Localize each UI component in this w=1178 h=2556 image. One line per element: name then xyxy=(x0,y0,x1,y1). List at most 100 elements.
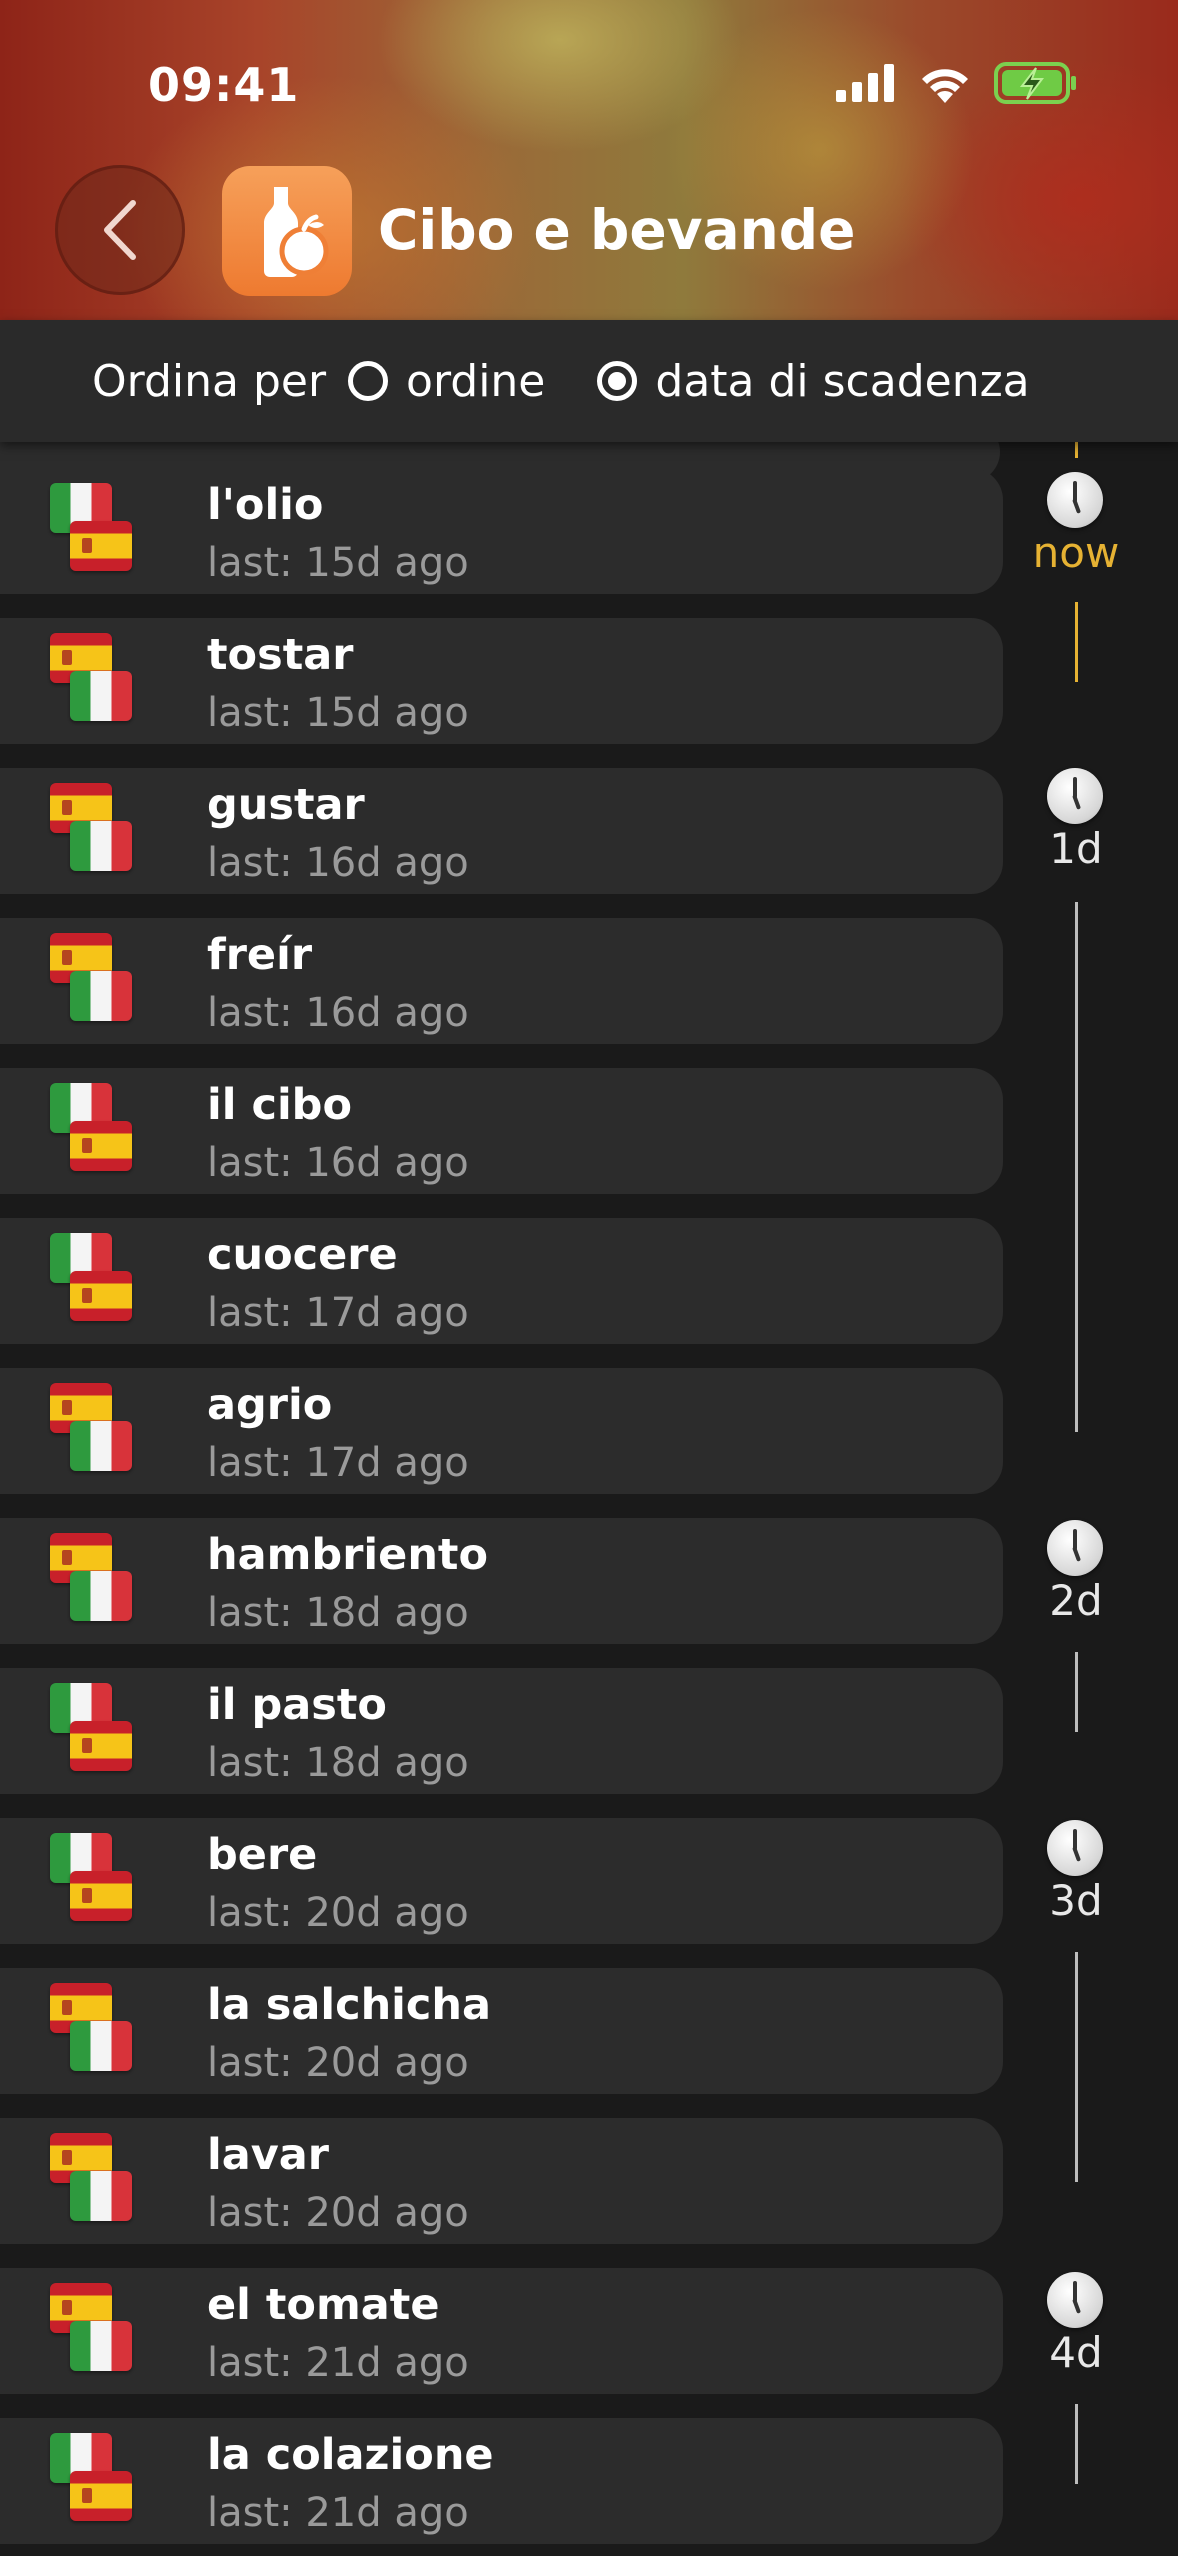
list-item[interactable]: lavar last: 20d ago xyxy=(0,2118,1003,2244)
item-title: l'olio xyxy=(207,480,324,530)
list-item[interactable]: il cibo last: 16d ago xyxy=(0,1068,1003,1194)
header: 09:41 Cibo e bevande xyxy=(0,0,1178,320)
language-flags xyxy=(50,483,160,583)
clock-icon xyxy=(1047,472,1103,528)
list-item[interactable]: freír last: 16d ago xyxy=(0,918,1003,1044)
timeline-line xyxy=(1075,442,1078,458)
timeline-line xyxy=(1075,602,1078,682)
spain-flag-icon xyxy=(70,1121,132,1171)
spain-flag-icon xyxy=(70,1271,132,1321)
back-button[interactable] xyxy=(55,165,185,295)
item-title: gustar xyxy=(207,780,365,830)
item-last-reviewed: last: 18d ago xyxy=(207,1590,469,1636)
status-time: 09:41 xyxy=(148,58,300,112)
timeline-label: 1d xyxy=(1049,824,1103,873)
italy-flag-icon xyxy=(70,2321,132,2371)
sort-option-order-label: ordine xyxy=(406,355,546,407)
wifi-icon xyxy=(922,69,968,103)
list-item[interactable]: bere last: 20d ago xyxy=(0,1818,1003,1944)
item-title: el tomate xyxy=(207,2280,440,2330)
sort-option-expiry[interactable]: data di scadenza xyxy=(597,355,1030,407)
timeline-line xyxy=(1075,902,1078,1432)
item-title: tostar xyxy=(207,630,354,680)
language-flags xyxy=(50,633,160,733)
list-item[interactable]: il pasto last: 18d ago xyxy=(0,1668,1003,1794)
list-item[interactable]: l'olio last: 15d ago xyxy=(0,468,1003,594)
item-title: hambriento xyxy=(207,1530,489,1580)
sort-bar: Ordina per ordine data di scadenza xyxy=(0,320,1178,442)
sort-option-order[interactable]: ordine xyxy=(348,356,545,407)
list-item[interactable]: agrio last: 17d ago xyxy=(0,1368,1003,1494)
status-icons xyxy=(836,62,1078,104)
language-flags xyxy=(50,1233,160,1333)
language-flags xyxy=(50,1083,160,1183)
radio-expiry[interactable] xyxy=(597,361,638,401)
word-list: l'olio last: 15d ago tostar last: 15d ago gu… xyxy=(0,442,1178,2556)
italy-flag-icon xyxy=(70,1571,132,1621)
timeline-line xyxy=(1075,1952,1078,2182)
item-last-reviewed: last: 20d ago xyxy=(207,1890,469,1936)
list-item[interactable]: la colazione last: 21d ago xyxy=(0,2418,1003,2544)
spain-flag-icon xyxy=(70,1721,132,1771)
italy-flag-icon xyxy=(70,971,132,1021)
language-flags xyxy=(50,1533,160,1633)
chevron-left-icon xyxy=(104,200,136,260)
timeline-label: 2d xyxy=(1049,1576,1103,1625)
language-flags xyxy=(50,1683,160,1783)
item-title: lavar xyxy=(207,2130,330,2180)
item-last-reviewed: last: 16d ago xyxy=(207,1140,469,1186)
item-last-reviewed: last: 16d ago xyxy=(207,840,469,886)
italy-flag-icon xyxy=(70,1421,132,1471)
list-item[interactable]: tostar last: 15d ago xyxy=(0,618,1003,744)
item-title: la salchicha xyxy=(207,1980,492,2030)
clock-icon xyxy=(1047,1820,1103,1876)
item-title: il pasto xyxy=(207,1680,387,1730)
category-icon xyxy=(222,166,352,296)
list-item[interactable]: cuocere last: 17d ago xyxy=(0,1218,1003,1344)
italy-flag-icon xyxy=(70,821,132,871)
language-flags xyxy=(50,783,160,883)
radio-order[interactable] xyxy=(348,361,389,401)
item-last-reviewed: last: 18d ago xyxy=(207,1740,469,1786)
timeline-line xyxy=(1075,1652,1078,1732)
item-title: freír xyxy=(207,930,313,980)
item-last-reviewed: last: 20d ago xyxy=(207,2040,469,2086)
clock-icon xyxy=(1047,2272,1103,2328)
timeline-label: 4d xyxy=(1049,2328,1103,2377)
language-flags xyxy=(50,1983,160,2083)
timeline-label: now xyxy=(1032,528,1120,577)
page-title: Cibo e bevande xyxy=(378,198,856,262)
spain-flag-icon xyxy=(70,1871,132,1921)
item-title: cuocere xyxy=(207,1230,398,1280)
item-title: la colazione xyxy=(207,2430,494,2480)
item-last-reviewed: last: 21d ago xyxy=(207,2340,469,2386)
item-last-reviewed: last: 20d ago xyxy=(207,2190,469,2236)
language-flags xyxy=(50,933,160,1033)
item-last-reviewed: last: 15d ago xyxy=(207,690,469,736)
language-flags xyxy=(50,2283,160,2383)
list-item[interactable]: gustar last: 16d ago xyxy=(0,768,1003,894)
item-last-reviewed: last: 17d ago xyxy=(207,1290,469,1336)
clock-icon xyxy=(1047,768,1103,824)
sort-label: Ordina per xyxy=(92,355,327,407)
timeline-line xyxy=(1075,2404,1078,2484)
list-item[interactable]: hambriento last: 18d ago xyxy=(0,1518,1003,1644)
item-title: bere xyxy=(207,1830,318,1880)
list-item[interactable]: la salchicha last: 20d ago xyxy=(0,1968,1003,2094)
spain-flag-icon xyxy=(70,521,132,571)
italy-flag-icon xyxy=(70,2171,132,2221)
language-flags xyxy=(50,2133,160,2233)
item-title: il cibo xyxy=(207,1080,352,1130)
item-last-reviewed: last: 17d ago xyxy=(207,1440,469,1486)
italy-flag-icon xyxy=(70,671,132,721)
signal-icon xyxy=(836,64,894,102)
bottle-apple-icon xyxy=(264,187,329,277)
item-last-reviewed: last: 16d ago xyxy=(207,990,469,1036)
clock-icon xyxy=(1047,1520,1103,1576)
sort-option-expiry-label: data di scadenza xyxy=(655,355,1030,407)
list-item[interactable]: el tomate last: 21d ago xyxy=(0,2268,1003,2394)
spain-flag-icon xyxy=(70,2471,132,2521)
italy-flag-icon xyxy=(70,2021,132,2071)
language-flags xyxy=(50,1383,160,1483)
language-flags xyxy=(50,1833,160,1933)
